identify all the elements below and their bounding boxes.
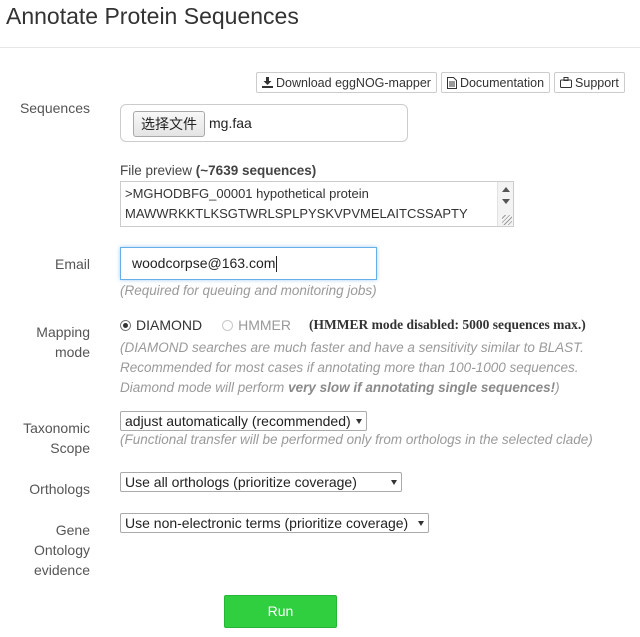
mapping-help: (DIAMOND searches are much faster and ha… [120,338,584,398]
download-label: Download eggNOG-mapper [276,75,431,90]
preview-line: MAWWRKKTLKSGTWRLSPLPYSKVPVMELAITCSSAPTY [125,206,468,221]
download-button[interactable]: Download eggNOG-mapper [256,72,437,93]
page-title: Annotate Protein Sequences [6,3,299,29]
resize-handle[interactable] [502,215,512,225]
selected-file-name: mg.faa [209,115,252,131]
taxonomic-scope-select[interactable]: adjust automatically (recommended) [120,411,367,431]
mapping-help-line: Recommended for most cases if annotating… [120,360,579,375]
orthologs-select[interactable]: Use all orthologs (prioritize coverage) [120,472,402,492]
run-button[interactable]: Run [224,595,337,628]
go-evidence-label: Gene Ontology evidence [34,520,90,580]
lifebuoy-icon [560,77,573,88]
mapping-help-line: Diamond mode will perform very slow if a… [120,378,584,398]
mapping-mode-label-line: Mapping [36,324,90,340]
mapping-mode-label: Mapping mode [36,322,90,362]
taxonomic-scope-label-line: Taxonomic [23,420,90,436]
go-evidence-label-line: evidence [33,562,90,578]
file-preview-title: File preview [120,163,193,178]
support-button[interactable]: Support [554,72,625,93]
email-help: (Required for queuing and monitoring job… [120,283,377,298]
diamond-label[interactable]: DIAMOND [136,317,202,333]
support-label: Support [575,75,619,90]
orthologs-label: Orthologs [29,481,90,497]
mapping-help-text: Diamond mode will perform [120,380,289,395]
taxonomic-scope-help: (Functional transfer will be performed o… [120,432,593,447]
email-field[interactable]: woodcorpse@163.com [120,247,377,280]
toolbar: Download eggNOG-mapper Documentation Sup… [256,72,625,93]
sequence-count: (~7639 sequences) [195,163,317,178]
scroll-down-icon[interactable] [502,199,510,204]
email-value: woodcorpse@163.com [132,255,276,271]
hmmer-radio[interactable] [222,319,234,331]
download-icon [262,77,273,88]
mapping-mode-options: DIAMOND HMMER (HMMER mode disabled: 5000… [120,317,586,333]
chevron-down-icon [391,480,397,485]
diamond-radio[interactable] [120,319,131,331]
mapping-help-text: ) [555,380,560,395]
preview-line: >MGHODBFG_00001 hypothetical protein [125,186,369,201]
chevron-down-icon [418,521,424,526]
choose-file-button[interactable]: 选择文件 [133,111,205,137]
page-header: Annotate Protein Sequences [0,0,640,48]
file-preview-label: File preview (~7639 sequences) [120,163,316,178]
orthologs-value: Use all orthologs (prioritize coverage) [125,474,357,490]
scroll-up-icon[interactable] [502,187,510,192]
hmmer-disabled-note: (HMMER mode disabled: 5000 sequences max… [309,317,586,332]
documentation-button[interactable]: Documentation [440,72,551,93]
mapping-help-line: (DIAMOND searches are much faster and ha… [120,340,584,355]
go-evidence-value: Use non-electronic terms (prioritize cov… [125,515,409,531]
taxonomic-scope-label-line: Scope [50,440,90,456]
go-evidence-select[interactable]: Use non-electronic terms (prioritize cov… [120,513,429,533]
email-label: Email [54,256,90,272]
document-icon [446,76,457,89]
taxonomic-scope-label: Taxonomic Scope [23,418,90,458]
mapping-help-warning: very slow if annotating single sequences… [288,380,556,395]
taxonomic-scope-value: adjust automatically (recommended) [125,413,351,429]
go-evidence-label-line: Gene [55,522,90,538]
sequences-label: Sequences [19,100,90,116]
chevron-down-icon [356,419,362,424]
text-caret [276,256,278,273]
hmmer-label[interactable]: HMMER [238,317,291,333]
mapping-mode-label-line: mode [54,344,90,360]
documentation-label: Documentation [459,75,545,90]
file-upload-box: 选择文件 mg.faa [120,104,408,142]
go-evidence-label-line: Ontology [33,542,90,558]
file-preview-textarea[interactable]: >MGHODBFG_00001 hypothetical protein MAW… [120,181,514,227]
